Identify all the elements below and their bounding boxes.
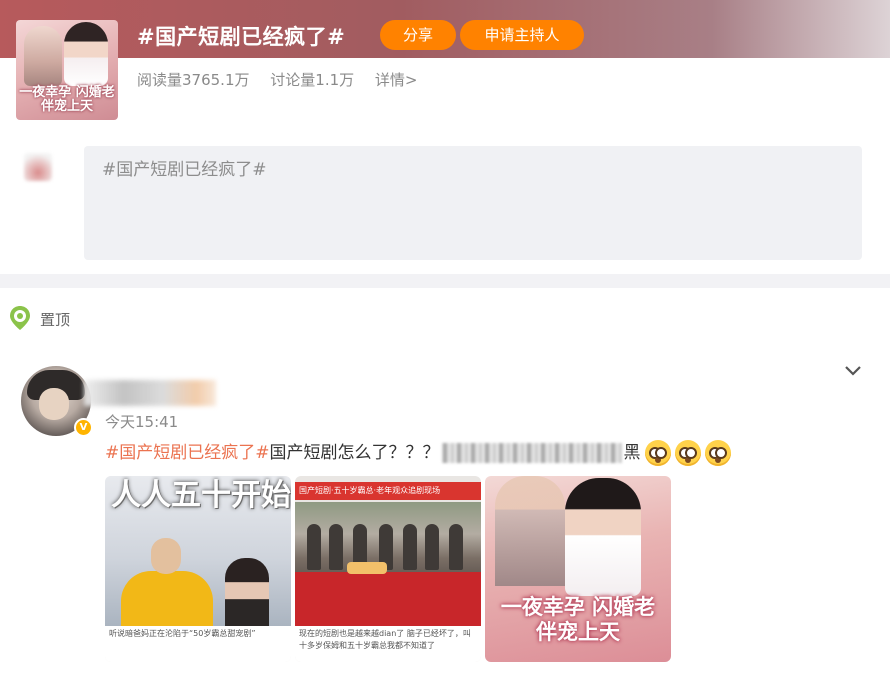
- dizzy-eyes-emoji-icon: [704, 440, 731, 466]
- image-2-banner: 国产短剧·五十岁霸总·老年观众追剧现场: [295, 482, 481, 500]
- post-author-name-redacted[interactable]: [84, 380, 216, 406]
- post-image-1[interactable]: 人人五十开始闪婚 听说暗爸妈正在沦陷于“50岁霸总甜宠剧”: [105, 476, 291, 662]
- dizzy-eyes-emoji-icon: [644, 440, 671, 466]
- topic-stats: 阅读量3765.1万 讨论量1.1万 详情>: [137, 69, 434, 90]
- post-text-tail: 黑: [623, 443, 641, 463]
- apply-host-button[interactable]: 申请主持人: [460, 20, 584, 50]
- discussion-count: 讨论量1.1万: [270, 71, 355, 89]
- cover-title: 一夜幸孕 闪婚老伴宠上天: [19, 85, 115, 114]
- cake: [347, 562, 387, 574]
- post-text: #国产短剧已经疯了#国产短剧怎么了？？？ 黑: [105, 440, 731, 466]
- cover-figure-woman: [64, 22, 108, 86]
- current-user-avatar[interactable]: [24, 153, 52, 181]
- location-pin-icon: [10, 306, 30, 330]
- topic-cover-image[interactable]: 一夜幸孕 闪婚老伴宠上天: [16, 20, 118, 120]
- image-2-caption: 现在的短剧也是越来越dian了 脑子已经坏了，叫十多岁保姆和五十岁霸总我都不知道…: [295, 626, 481, 662]
- redacted-text: [441, 443, 622, 463]
- cover-figure-man: [24, 26, 62, 86]
- dizzy-eyes-emoji-icon: [674, 440, 701, 466]
- compose-textarea[interactable]: [84, 146, 862, 260]
- post-image-3[interactable]: 一夜幸孕 闪婚老伴宠上天: [485, 476, 671, 662]
- post-image-2[interactable]: 国产短剧·五十岁霸总·老年观众追剧现场 现在的短剧也是越来越dian了 脑子已经…: [295, 476, 481, 662]
- post-text-main: 国产短剧怎么了？？？: [269, 443, 440, 463]
- chevron-down-icon[interactable]: [843, 362, 863, 378]
- image-3-title: 一夜幸孕 闪婚老伴宠上天: [500, 594, 656, 644]
- topic-header: 一夜幸孕 闪婚老伴宠上天 #国产短剧已经疯了# 分享 申请主持人 阅读量3765…: [0, 0, 890, 130]
- image-1-headline: 人人五十开始闪婚: [111, 478, 291, 513]
- post-time[interactable]: 今天15:41: [105, 411, 178, 432]
- pinned-label: 置顶: [40, 311, 71, 329]
- section-divider: [0, 274, 890, 288]
- read-count: 阅读量3765.1万: [137, 71, 250, 89]
- topic-title: #国产短剧已经疯了#: [137, 25, 346, 49]
- share-button[interactable]: 分享: [380, 20, 456, 50]
- image-1-caption: 听说暗爸妈正在沦陷于“50岁霸总甜宠剧”: [105, 626, 291, 662]
- detail-link[interactable]: 详情>: [375, 71, 418, 89]
- post-hashtag-link[interactable]: #国产短剧已经疯了#: [105, 443, 270, 463]
- verified-badge-icon: V: [74, 418, 93, 437]
